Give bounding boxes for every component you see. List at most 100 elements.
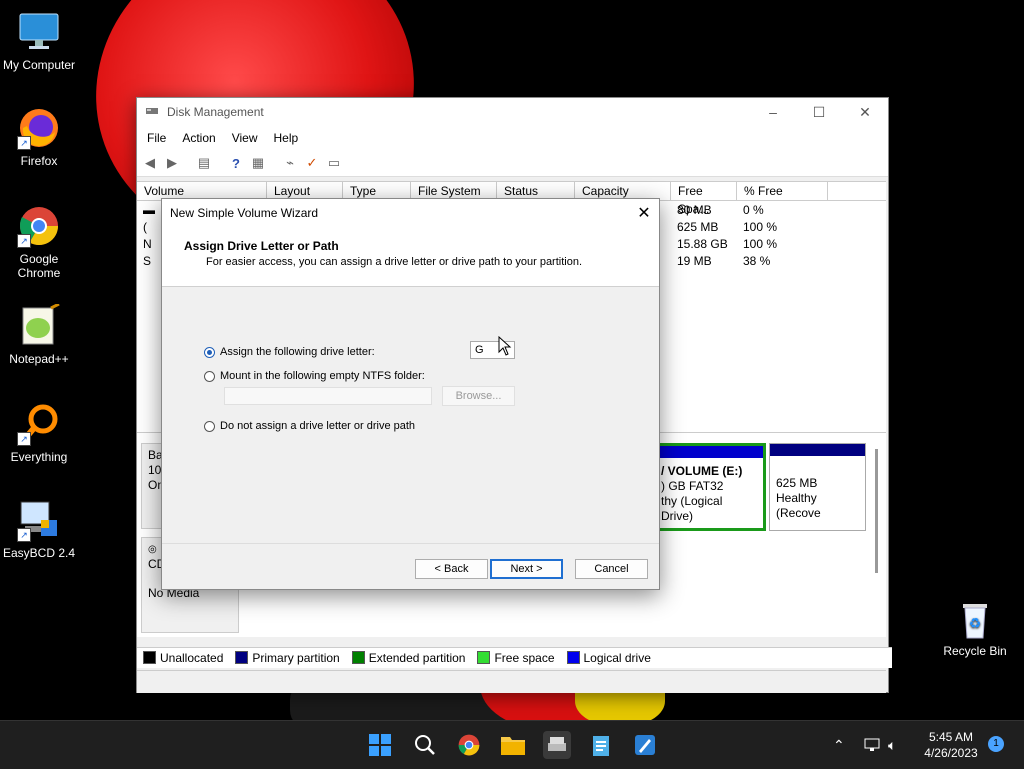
chevron-up-icon[interactable]: ⌃ [833, 721, 845, 769]
logical-drive-strip [655, 446, 763, 458]
window-titlebar[interactable]: Disk Management – ☐ ✕ [137, 98, 888, 126]
wizard-separator [162, 543, 659, 544]
partition-recovery[interactable]: 625 MB Healthy (Recove [769, 443, 866, 531]
partition-legend: Unallocated Primary partition Extended p… [137, 647, 892, 668]
paint-taskbar-icon[interactable] [631, 731, 659, 759]
desktop-icon-recycle-bin[interactable]: ♻ Recycle Bin [937, 596, 1013, 658]
network-icon[interactable] [864, 721, 880, 769]
monitor-icon [17, 10, 61, 54]
wizard-header: Assign Drive Letter or Path For easier a… [162, 227, 659, 287]
percent-free-value: 0 % [743, 203, 764, 217]
volume-name: ( [143, 220, 147, 234]
free-space-value: 80 MB [677, 203, 712, 217]
windows-logo-icon [369, 734, 391, 756]
next-button[interactable]: Next > [490, 559, 563, 579]
desktop-icon-label: Google Chrome [17, 252, 61, 280]
desktop-icon-label: EasyBCD 2.4 [2, 546, 76, 560]
clock-date: 4/26/2023 [924, 746, 978, 760]
cancel-button[interactable]: Cancel [575, 559, 648, 579]
desktop-icon-label: Notepad++ [9, 352, 69, 366]
percent-free-value: 100 % [743, 237, 778, 251]
svg-text:♻: ♻ [969, 615, 982, 631]
partition-e[interactable]: / VOLUME (E:) ) GB FAT32 thy (Logical Dr… [652, 443, 766, 531]
radio-label: Assign the following drive letter: [220, 346, 375, 358]
notification-badge[interactable]: 1 [988, 736, 1004, 752]
desktop-icon-notepadpp[interactable]: Notepad++ [1, 302, 77, 366]
back-button[interactable]: < Back [415, 559, 488, 579]
radio-label: Mount in the following empty NTFS folder… [220, 370, 425, 382]
wizard-titlebar[interactable]: New Simple Volume Wizard ✕ [162, 199, 659, 227]
shortcut-arrow-icon: ↗ [17, 528, 31, 542]
volume-icon[interactable]: 🔈︎ [888, 721, 896, 769]
menu-view[interactable]: View [224, 131, 266, 145]
free-space-value: 19 MB [677, 254, 712, 268]
connect-icon[interactable]: ⌁ [281, 154, 299, 172]
taskbar: ⌃ 🔈︎ 5:45 AM 4/26/2023 [0, 720, 1024, 769]
show-hide-tree-icon[interactable]: ▤ [195, 154, 213, 172]
search-icon[interactable] [411, 731, 439, 759]
start-button[interactable] [366, 731, 394, 759]
shortcut-arrow-icon: ↗ [17, 432, 31, 446]
wizard-heading: Assign Drive Letter or Path [184, 239, 339, 253]
file-explorer-icon[interactable] [499, 731, 527, 759]
desktop-icon-chrome[interactable]: ↗ Google Chrome [1, 204, 77, 280]
partition-status: Healthy (Recove [776, 491, 821, 520]
partition-size: ) GB FAT32 [661, 479, 724, 493]
radio-mount-folder[interactable]: Mount in the following empty NTFS folder… [204, 370, 425, 382]
desktop-icon-easybcd[interactable]: ↗ EasyBCD 2.4 [1, 498, 77, 560]
menu-help[interactable]: Help [266, 131, 307, 145]
help-icon[interactable]: ? [227, 154, 245, 172]
legend-extended: Extended partition [351, 651, 465, 665]
toolbar: ◀ ▶ ▤ ? ▦ ⌁ ✓ ▭ [137, 150, 888, 177]
radio-indicator [204, 420, 215, 432]
menu-file[interactable]: File [139, 131, 174, 145]
minimize-button[interactable]: – [750, 98, 796, 126]
wizard-subheading: For easier access, you can assign a driv… [206, 256, 583, 268]
disk-management-taskbar-icon[interactable] [543, 731, 571, 759]
menu-action[interactable]: Action [174, 131, 223, 145]
status-bar [137, 670, 886, 693]
chrome-taskbar-icon[interactable] [455, 731, 483, 759]
primary-partition-strip [770, 444, 865, 456]
mount-folder-input[interactable] [224, 387, 432, 405]
partition-label: / VOLUME (E:) [661, 464, 743, 478]
desktop-icon-label: Everything [10, 450, 68, 464]
back-arrow-icon[interactable]: ◀ [141, 154, 159, 172]
browse-button[interactable]: Browse... [442, 386, 515, 406]
percent-free-value: 100 % [743, 220, 778, 234]
desktop-icon-firefox[interactable]: ↗ Firefox [1, 106, 77, 168]
close-icon[interactable]: ✕ [629, 203, 659, 223]
recycle-bin-icon: ♻ [953, 596, 997, 640]
drive-icon: ▬ [143, 203, 155, 217]
free-space-value: 625 MB [677, 220, 719, 234]
notepad-taskbar-icon[interactable] [587, 731, 615, 759]
forward-arrow-icon[interactable]: ▶ [163, 154, 181, 172]
radio-indicator [204, 370, 215, 382]
properties-icon[interactable]: ▦ [249, 154, 267, 172]
list-view-icon[interactable]: ▭ [325, 154, 343, 172]
new-simple-volume-wizard[interactable]: New Simple Volume Wizard ✕ Assign Drive … [161, 198, 660, 590]
shortcut-arrow-icon: ↗ [17, 234, 31, 248]
graph-scrollbar[interactable] [875, 449, 878, 573]
col-percent-free[interactable]: % Free [737, 182, 828, 200]
volume-name: N [143, 237, 152, 251]
legend-primary: Primary partition [235, 651, 340, 665]
wizard-title: New Simple Volume Wizard [170, 206, 319, 220]
legend-logical-drive: Logical drive [566, 651, 651, 665]
col-free-space[interactable]: Free Spa... [671, 182, 737, 216]
partition-status: thy (Logical Drive) [661, 494, 723, 523]
radio-label: Do not assign a drive letter or drive pa… [220, 420, 416, 432]
maximize-button[interactable]: ☐ [796, 98, 842, 126]
disk-management-icon [145, 104, 159, 121]
clock-time: 5:45 AM [928, 730, 974, 744]
check-icon[interactable]: ✓ [303, 154, 321, 172]
desktop-icon-everything[interactable]: ↗ Everything [1, 402, 77, 464]
menu-bar: File Action View Help [137, 126, 888, 150]
easybcd-icon: ↗ [17, 498, 61, 542]
close-button[interactable]: ✕ [842, 98, 888, 126]
radio-assign-letter[interactable]: Assign the following drive letter: [204, 346, 375, 358]
radio-no-letter[interactable]: Do not assign a drive letter or drive pa… [204, 420, 415, 432]
legend-unallocated: Unallocated [143, 651, 223, 665]
clock[interactable]: 5:45 AM 4/26/2023 [916, 729, 986, 761]
desktop-icon-my-computer[interactable]: My Computer [1, 10, 77, 72]
